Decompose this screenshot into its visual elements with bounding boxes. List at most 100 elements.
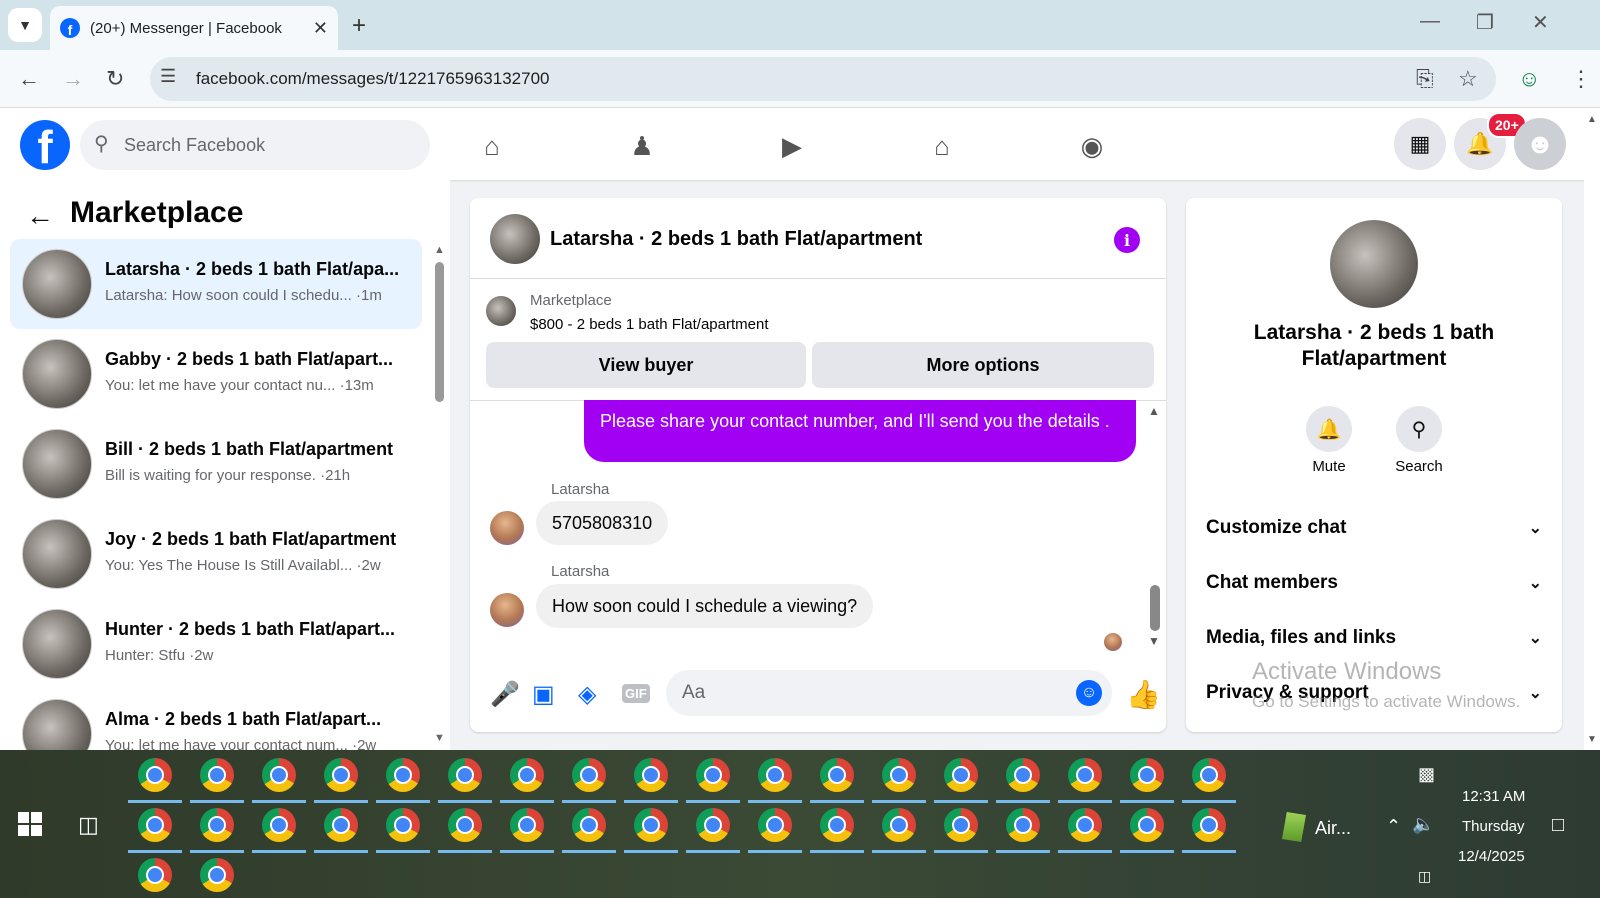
browser-menu-icon[interactable]: ⋮ [1570,66,1592,92]
chrome-window-icon[interactable] [944,758,978,792]
pinned-app-label[interactable]: Air... [1315,818,1351,839]
chrome-window-icon[interactable] [138,758,172,792]
chrome-window-icon[interactable] [944,808,978,842]
chrome-window-icon[interactable] [200,758,234,792]
sender-avatar[interactable] [490,511,524,545]
chrome-window-icon[interactable] [324,808,358,842]
chrome-window-icon[interactable] [324,758,358,792]
chrome-window-icon[interactable] [1068,758,1102,792]
facebook-logo-icon[interactable]: f [20,120,70,170]
profile-icon[interactable]: ☺ [1518,66,1540,92]
incoming-message-bubble[interactable]: 5705808310 [536,501,669,545]
reload-icon[interactable]: ↻ [106,66,124,92]
notification-center-icon[interactable]: □ [1552,814,1564,837]
display-icon[interactable]: ▩ [1418,764,1435,785]
address-bar[interactable]: facebook.com/messages/t/1221765963132700 [150,57,1496,101]
search-chat-icon[interactable]: ⚲ [1396,406,1442,452]
volume-icon[interactable]: 🔈 [1412,814,1434,835]
menu-grid-icon[interactable]: ▦ [1394,118,1446,170]
close-window-icon[interactable]: ✕ [1532,10,1549,35]
account-avatar[interactable]: ☻ [1514,118,1566,170]
customize-chat-row[interactable]: Customize chat ⌄ [1206,508,1542,548]
site-settings-icon[interactable]: ☰ [160,66,176,87]
tab-search-dropdown-icon[interactable]: ▼ [8,8,42,42]
chrome-window-icon[interactable] [1130,758,1164,792]
page-scroll-down-icon[interactable]: ▼ [1587,734,1597,745]
list-scroll-down-icon[interactable]: ▼ [434,732,445,744]
forward-icon[interactable]: → [62,66,84,92]
tab-close-icon[interactable]: ✕ [313,18,328,39]
list-scrollbar-thumb[interactable] [435,262,444,402]
page-scrollbar[interactable] [1584,108,1600,750]
minimize-icon[interactable]: — [1420,10,1440,33]
task-view-icon[interactable]: ◫ [78,812,99,838]
back-icon[interactable]: ← [18,66,40,92]
chrome-window-icon[interactable] [138,808,172,842]
chrome-window-icon[interactable] [138,858,172,892]
chrome-window-icon[interactable] [820,808,854,842]
chrome-window-icon[interactable] [386,808,420,842]
chat-scroll-down-icon[interactable]: ▼ [1148,634,1160,648]
groups-icon[interactable]: ◉ [1070,124,1114,168]
more-options-button[interactable]: More options [812,342,1154,388]
sticker-icon[interactable]: ◈ [578,680,596,709]
chrome-window-icon[interactable] [882,808,916,842]
install-app-icon[interactable]: ⎘ [1416,66,1434,92]
list-scroll-up-icon[interactable]: ▲ [434,244,445,256]
chrome-window-icon[interactable] [1068,808,1102,842]
friends-icon[interactable]: ♟ [620,124,664,168]
incoming-message-bubble[interactable]: How soon could I schedule a viewing? [536,584,874,628]
browser-tab[interactable]: f (20+) Messenger | Facebook ✕ [50,6,338,50]
chrome-window-icon[interactable] [882,758,916,792]
chrome-window-icon[interactable] [200,858,234,892]
thumbs-up-icon[interactable]: 👍 [1126,678,1161,711]
media-files-links-row[interactable]: Media, files and links ⌄ [1206,618,1542,658]
chrome-window-icon[interactable] [634,808,668,842]
photo-icon[interactable]: ▣ [532,680,555,709]
show-hidden-icons-icon[interactable]: ⌃ [1386,816,1401,837]
chrome-window-icon[interactable] [262,808,296,842]
chrome-window-icon[interactable] [572,758,606,792]
network-icon[interactable]: ◫ [1418,868,1431,885]
chat-members-row[interactable]: Chat members ⌄ [1206,563,1542,603]
outgoing-message-bubble[interactable]: Please share your contact number, and I'… [584,400,1136,462]
chat-scroll-up-icon[interactable]: ▲ [1148,404,1160,418]
chrome-window-icon[interactable] [1130,808,1164,842]
chrome-window-icon[interactable] [510,758,544,792]
home-icon[interactable]: ⌂ [470,124,514,168]
microphone-icon[interactable]: 🎤 [490,680,520,709]
video-icon[interactable]: ▶ [770,124,814,168]
clock-date[interactable]: 12/4/2025 [1458,848,1525,865]
windows-start-icon[interactable] [18,812,42,836]
chrome-window-icon[interactable] [1006,808,1040,842]
chrome-window-icon[interactable] [696,808,730,842]
conversation-item[interactable]: Bill · 2 beds 1 bath Flat/apartment Bill… [10,419,422,509]
chrome-window-icon[interactable] [758,808,792,842]
chrome-window-icon[interactable] [386,758,420,792]
chrome-window-icon[interactable] [1006,758,1040,792]
conversation-item[interactable]: Joy · 2 beds 1 bath Flat/apartment You: … [10,509,422,599]
chrome-window-icon[interactable] [510,808,544,842]
conversation-item[interactable]: Gabby · 2 beds 1 bath Flat/apart... You:… [10,329,422,419]
chrome-window-icon[interactable] [1192,808,1226,842]
chat-scrollbar-thumb[interactable] [1150,585,1160,631]
sender-avatar[interactable] [490,593,524,627]
chat-title[interactable]: Latarsha · 2 beds 1 bath Flat/apartment [550,228,922,251]
conversation-item[interactable]: Alma · 2 beds 1 bath Flat/apart... You: … [10,689,422,750]
view-buyer-button[interactable]: View buyer [486,342,806,388]
chrome-window-icon[interactable] [262,758,296,792]
gif-icon[interactable]: GIF [622,684,650,703]
back-arrow-icon[interactable]: ← [26,200,54,232]
chrome-window-icon[interactable] [634,758,668,792]
chrome-window-icon[interactable] [200,808,234,842]
chrome-window-icon[interactable] [448,758,482,792]
page-scroll-up-icon[interactable]: ▲ [1587,114,1597,125]
emoji-icon[interactable]: ☺ [1076,680,1102,706]
chat-avatar[interactable] [490,214,540,264]
chrome-window-icon[interactable] [1192,758,1226,792]
conversation-item[interactable]: Hunter · 2 beds 1 bath Flat/apart... Hun… [10,599,422,689]
chrome-window-icon[interactable] [820,758,854,792]
chrome-window-icon[interactable] [448,808,482,842]
new-tab-icon[interactable]: + [352,12,366,40]
chrome-window-icon[interactable] [696,758,730,792]
